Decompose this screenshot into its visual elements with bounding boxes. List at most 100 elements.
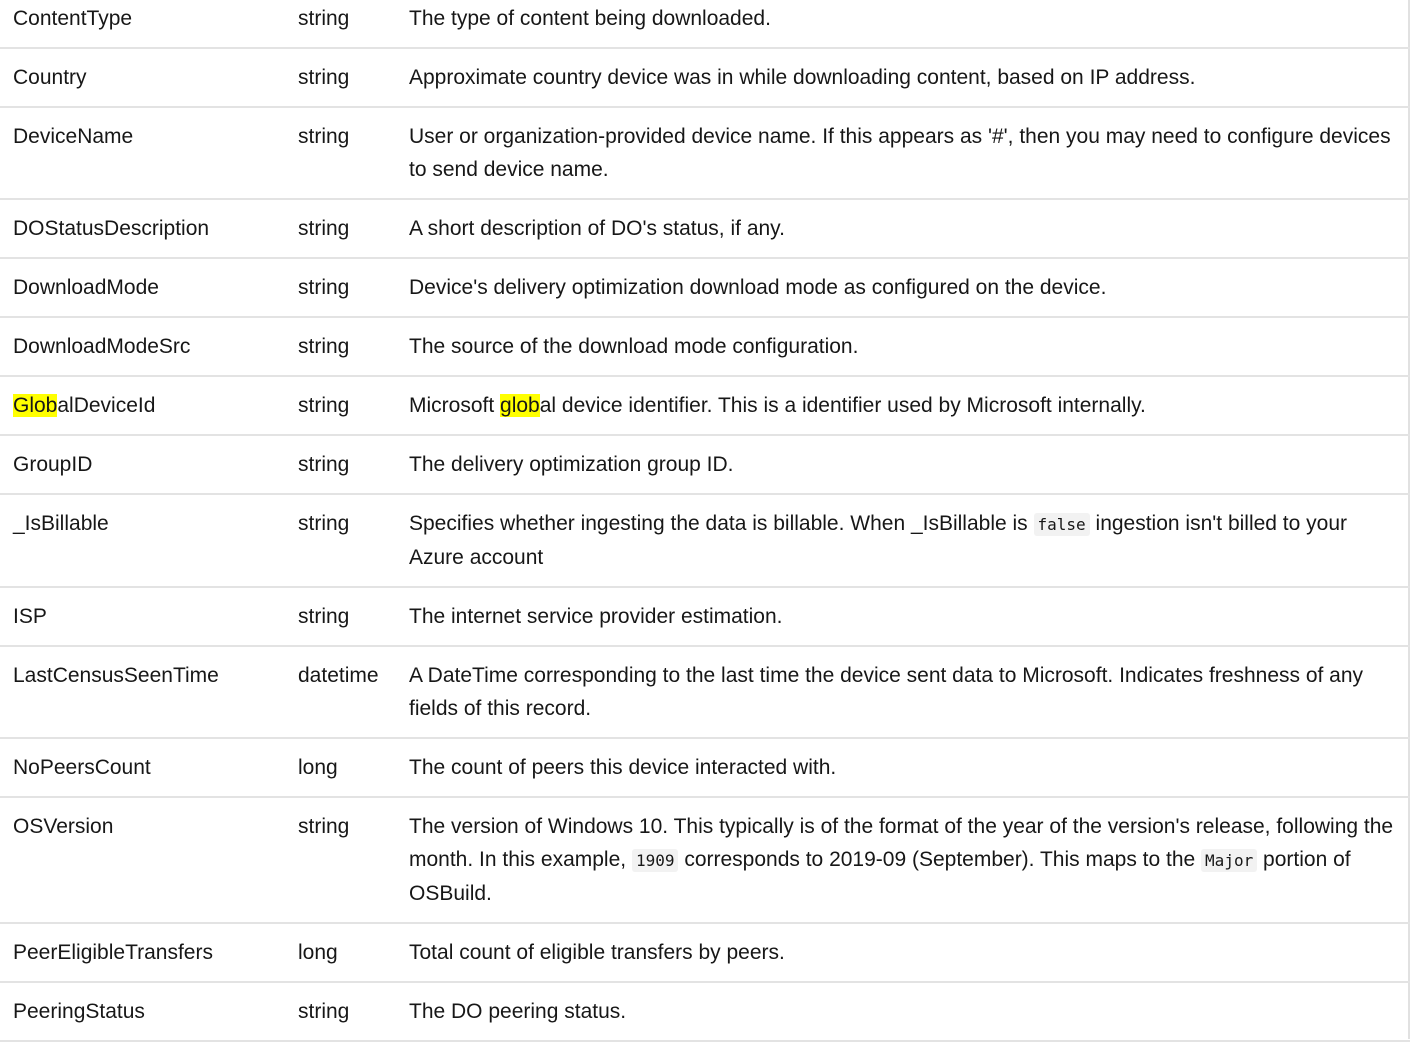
description-text: The DO peering status. bbox=[409, 1000, 627, 1023]
column-name-cell: PeerEligibleTransfers bbox=[0, 923, 285, 983]
column-type-cell: long bbox=[285, 738, 396, 798]
column-type-cell: long bbox=[285, 923, 396, 983]
description-text: Microsoft bbox=[409, 394, 501, 417]
table-row: PeeringStatus string The DO peering status… bbox=[0, 982, 1410, 1042]
table-row: GlobalDeviceId string Microsoft global dev… bbox=[0, 376, 1410, 436]
description-text: The source of the download mode configur… bbox=[409, 335, 859, 358]
table-row: DeviceName string User or organization-pro… bbox=[0, 107, 1410, 200]
description-text: Specifies whether ingesting the data is … bbox=[409, 512, 1034, 535]
table-row: ISP string The internet service provider e… bbox=[0, 587, 1410, 647]
column-description-cell: Specifies whether ingesting the data is … bbox=[396, 494, 1410, 588]
column-description-cell: The delivery optimization group ID. bbox=[396, 435, 1410, 495]
column-name-text: GroupID bbox=[13, 453, 93, 476]
column-type-text: string bbox=[298, 605, 350, 628]
column-type-text: string bbox=[298, 394, 350, 417]
table-row: NoPeersCount long The count of peers this … bbox=[0, 738, 1410, 798]
column-description-cell: Approximate country device was in while … bbox=[396, 48, 1410, 108]
schema-table: ContentType string The type of content bei… bbox=[0, 0, 1410, 1042]
column-name-cell: LastCensusSeenTime bbox=[0, 646, 285, 739]
column-description-cell: The count of peers this device interacte… bbox=[396, 738, 1410, 798]
column-name-text: PeerEligibleTransfers bbox=[13, 941, 213, 964]
column-type-text: long bbox=[298, 756, 338, 779]
column-name-text: LastCensusSeenTime bbox=[13, 664, 219, 687]
column-type-text: string bbox=[298, 815, 350, 838]
inline-code: Major bbox=[1201, 849, 1258, 872]
column-description-cell: The source of the download mode configur… bbox=[396, 317, 1410, 377]
description-text: Total count of eligible transfers by pee… bbox=[409, 941, 785, 964]
inline-code: false bbox=[1033, 513, 1090, 536]
column-type-text: string bbox=[298, 66, 350, 89]
table-row: PeerEligibleTransfers long Total count of … bbox=[0, 923, 1410, 983]
description-text: Approximate country device was in while … bbox=[409, 66, 1196, 89]
description-text: The count of peers this device interacte… bbox=[409, 756, 837, 779]
table-row: DOStatusDescription string A short descrip… bbox=[0, 199, 1410, 259]
column-type-cell: string bbox=[285, 435, 396, 495]
column-type-text: string bbox=[298, 335, 350, 358]
column-type-cell: datetime bbox=[285, 646, 396, 739]
column-type-cell: string bbox=[285, 258, 396, 318]
column-name-cell: NoPeersCount bbox=[0, 738, 285, 798]
column-name-cell: OSVersion bbox=[0, 797, 285, 924]
column-name-text: DeviceName bbox=[13, 125, 134, 148]
column-description-cell: A DateTime corresponding to the last tim… bbox=[396, 646, 1410, 739]
column-type-text: datetime bbox=[298, 664, 379, 687]
description-text: corresponds to 2019-09 (September). This… bbox=[678, 848, 1202, 871]
column-name-cell: ContentType bbox=[0, 0, 285, 49]
description-text: al device identifier. This is a identifi… bbox=[539, 394, 1146, 417]
column-name-text: Country bbox=[13, 66, 87, 89]
column-type-cell: string bbox=[285, 199, 396, 259]
column-description-cell: Total count of eligible transfers by pee… bbox=[396, 923, 1410, 983]
column-type-cell: string bbox=[285, 48, 396, 108]
column-name-cell: Country bbox=[0, 48, 285, 108]
column-description-cell: The internet service provider estimation… bbox=[396, 587, 1410, 647]
schema-table-container: ContentType string The type of content bei… bbox=[0, 0, 1410, 1042]
column-name-text: _IsBillable bbox=[13, 512, 109, 535]
column-name-cell: DOStatusDescription bbox=[0, 199, 285, 259]
column-description-cell: User or organization-provided device nam… bbox=[396, 107, 1410, 200]
column-name-cell: DownloadMode bbox=[0, 258, 285, 318]
column-type-text: string bbox=[298, 217, 350, 240]
column-name-text: NoPeersCount bbox=[13, 756, 151, 779]
column-description-cell: The version of Windows 10. This typicall… bbox=[396, 797, 1410, 924]
column-type-cell: string bbox=[285, 494, 396, 588]
description-text: Device's delivery optimization download … bbox=[409, 276, 1107, 299]
description-text: The type of content being downloaded. bbox=[409, 7, 771, 30]
table-row: ContentType string The type of content bei… bbox=[0, 0, 1410, 49]
column-name-cell: GlobalDeviceId bbox=[0, 376, 285, 436]
column-type-text: string bbox=[298, 453, 350, 476]
column-type-cell: string bbox=[285, 797, 396, 924]
column-type-cell: string bbox=[285, 107, 396, 200]
description-text: A short description of DO's status, if a… bbox=[409, 217, 785, 240]
column-name-text: DOStatusDescription bbox=[13, 217, 210, 240]
column-name-cell: DownloadModeSrc bbox=[0, 317, 285, 377]
column-type-cell: string bbox=[285, 317, 396, 377]
column-type-text: string bbox=[298, 7, 350, 30]
search-highlight: glob bbox=[500, 394, 540, 417]
column-description-cell: The type of content being downloaded. bbox=[396, 0, 1410, 49]
table-row: DownloadMode string Device's delivery opti… bbox=[0, 258, 1410, 318]
table-row: Country string Approximate country device … bbox=[0, 48, 1410, 108]
column-description-cell: Device's delivery optimization download … bbox=[396, 258, 1410, 318]
schema-table-body: ContentType string The type of content bei… bbox=[0, 0, 1410, 1042]
table-row: GroupID string The delivery optimization g… bbox=[0, 435, 1410, 495]
column-description-cell: The DO peering status. bbox=[396, 982, 1410, 1042]
column-name-text: ContentType bbox=[13, 7, 133, 30]
column-name-text: PeeringStatus bbox=[13, 1000, 145, 1023]
column-type-cell: string bbox=[285, 0, 396, 49]
column-type-text: long bbox=[298, 941, 338, 964]
table-row: _IsBillable string Specifies whether inges… bbox=[0, 494, 1410, 588]
column-type-text: string bbox=[298, 1000, 350, 1023]
column-name-cell: ISP bbox=[0, 587, 285, 647]
table-row: LastCensusSeenTime datetime A DateTime cor… bbox=[0, 646, 1410, 739]
column-name-cell: DeviceName bbox=[0, 107, 285, 200]
column-type-cell: string bbox=[285, 982, 396, 1042]
search-highlight: Glob bbox=[13, 394, 58, 417]
column-name-cell: _IsBillable bbox=[0, 494, 285, 588]
description-text: The delivery optimization group ID. bbox=[409, 453, 734, 476]
column-type-text: string bbox=[298, 125, 350, 148]
table-row: DownloadModeSrc string The source of the d… bbox=[0, 317, 1410, 377]
inline-code: 1909 bbox=[631, 849, 679, 872]
table-row: OSVersion string The version of Windows 10… bbox=[0, 797, 1410, 924]
description-text: User or organization-provided device nam… bbox=[409, 125, 1397, 181]
column-name-text: DownloadModeSrc bbox=[13, 335, 191, 358]
